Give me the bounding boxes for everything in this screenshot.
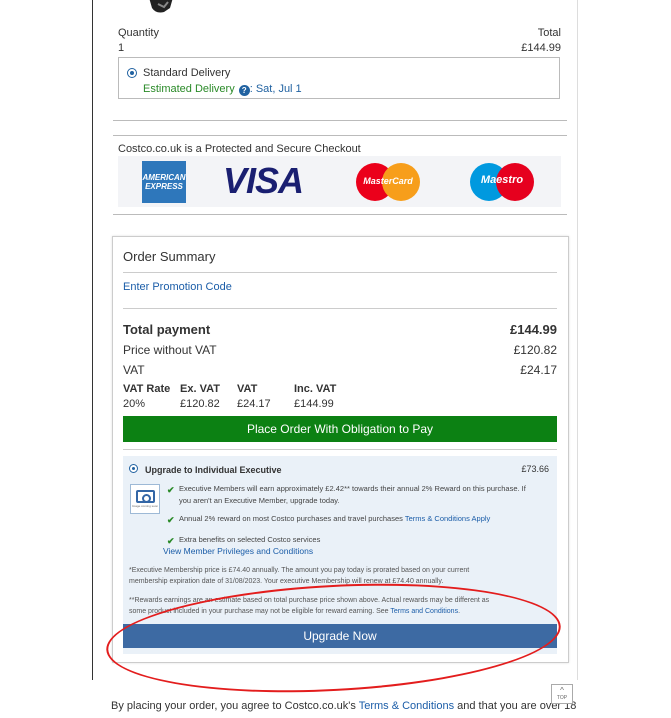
secure-checkout-text: Costco.co.uk is a Protected and Secure C…: [118, 143, 361, 155]
terms-conditions-apply-link[interactable]: Terms & Conditions Apply: [405, 514, 490, 523]
enter-promotion-code-link[interactable]: Enter Promotion Code: [123, 281, 232, 293]
amex-text-1: AMERICAN: [142, 173, 186, 182]
mastercard-text: MasterCard: [363, 176, 413, 186]
checkmark-icon: ✔: [167, 515, 175, 525]
mastercard-logo: MasterCard: [354, 161, 422, 203]
back-to-top-label: TOP: [556, 695, 568, 701]
delivery-option-box[interactable]: Standard Delivery Estimated Delivery?: S…: [118, 57, 560, 99]
quantity-value: 1: [118, 42, 125, 54]
footer-agreement-text: By placing your order, you agree to Cost…: [111, 700, 576, 712]
membership-card-icon: Image coming soon: [130, 484, 160, 514]
benefit-1-line-1: Executive Members will earn approximatel…: [179, 484, 526, 493]
vat-value: £24.17: [520, 363, 557, 377]
total-value: £144.99: [521, 42, 561, 54]
rewards-note-text: some product included in your purchase m…: [129, 608, 389, 615]
divider: [113, 120, 567, 121]
estimated-delivery-label: Estimated Delivery: [143, 83, 235, 95]
back-to-top-button[interactable]: ^ TOP: [551, 684, 573, 704]
upgrade-title: Upgrade to Individual Executive: [145, 465, 282, 475]
divider: [123, 449, 557, 450]
vat-table-cell: £144.99: [294, 398, 334, 410]
benefit-2-text: Annual 2% reward on most Costco purchase…: [179, 514, 403, 523]
divider: [123, 272, 557, 273]
executive-price-note-line-1: *Executive Membership price is £74.40 an…: [129, 567, 470, 574]
right-border: [577, 0, 578, 680]
maestro-logo: Maestro: [468, 161, 536, 203]
amex-text-2: EXPRESS: [145, 182, 183, 191]
upgrade-now-button[interactable]: Upgrade Now: [123, 624, 557, 648]
footer-terms-link[interactable]: Terms & Conditions: [359, 700, 454, 712]
total-payment-value: £144.99: [510, 322, 557, 337]
camera-icon: [136, 490, 155, 503]
vat-table-cell: £120.82: [180, 398, 220, 410]
rewards-note-line-1: **Rewards earnings are an estimate based…: [129, 597, 490, 604]
maestro-text: Maestro: [480, 174, 524, 186]
benefit-2: Annual 2% reward on most Costco purchase…: [179, 513, 490, 525]
product-image: [140, 0, 200, 16]
back-to-top-icon: ^: [560, 686, 564, 695]
vat-table-header: VAT: [237, 383, 258, 395]
vat-table-header: Ex. VAT: [180, 383, 220, 395]
executive-price-note-line-2: membership expiration date of 31/08/2023…: [129, 578, 444, 585]
rewards-note-end: .: [458, 608, 461, 615]
radio-selected-icon[interactable]: [127, 68, 137, 78]
divider: [113, 214, 567, 215]
payment-cards-strip: AMERICAN EXPRESS VISA MasterCard Maestro: [118, 156, 561, 207]
estimated-delivery-date: : Sat, Jul 1: [249, 83, 302, 95]
upgrade-price: £73.66: [521, 464, 549, 474]
benefit-1-line-2: you aren't an Executive Member, upgrade …: [179, 496, 340, 505]
vat-table-cell: 20%: [123, 398, 146, 410]
vat-label: VAT: [123, 363, 145, 377]
estimated-delivery: Estimated Delivery?: Sat, Jul 1: [143, 83, 302, 96]
price-without-vat-value: £120.82: [513, 343, 557, 357]
order-summary-title: Order Summary: [123, 249, 216, 264]
standard-delivery-label: Standard Delivery: [143, 67, 231, 79]
radio-selected-icon[interactable]: [129, 464, 138, 473]
footer-text-before: By placing your order, you agree to Cost…: [111, 700, 356, 712]
amex-logo: AMERICAN EXPRESS: [142, 161, 186, 203]
divider: [113, 135, 567, 136]
view-member-privileges-link[interactable]: View Member Privileges and Conditions: [163, 546, 313, 556]
total-payment-label: Total payment: [123, 322, 211, 337]
vat-table-header: Inc. VAT: [294, 383, 337, 395]
order-summary-panel: Order Summary Enter Promotion Code Total…: [112, 236, 569, 663]
upgrade-membership-panel: Upgrade to Individual Executive £73.66 I…: [123, 456, 557, 654]
vat-table-header: VAT Rate: [123, 383, 171, 395]
terms-and-conditions-link[interactable]: Terms and Conditions: [390, 608, 458, 615]
benefit-3: Extra benefits on selected Costco servic…: [179, 535, 321, 544]
quantity-label: Quantity: [118, 27, 159, 39]
left-border: [92, 0, 93, 680]
place-order-button[interactable]: Place Order With Obligation to Pay: [123, 416, 557, 442]
divider: [123, 308, 557, 309]
question-icon[interactable]: ?: [238, 85, 250, 96]
checkmark-icon: ✔: [167, 485, 175, 495]
total-label: Total: [537, 27, 561, 39]
image-placeholder-text: Image coming soon: [131, 504, 159, 508]
vat-table-cell: £24.17: [237, 398, 271, 410]
visa-logo: VISA: [223, 160, 304, 201]
rewards-note-line-2: some product included in your purchase m…: [129, 606, 549, 617]
price-without-vat-label: Price without VAT: [123, 343, 217, 357]
